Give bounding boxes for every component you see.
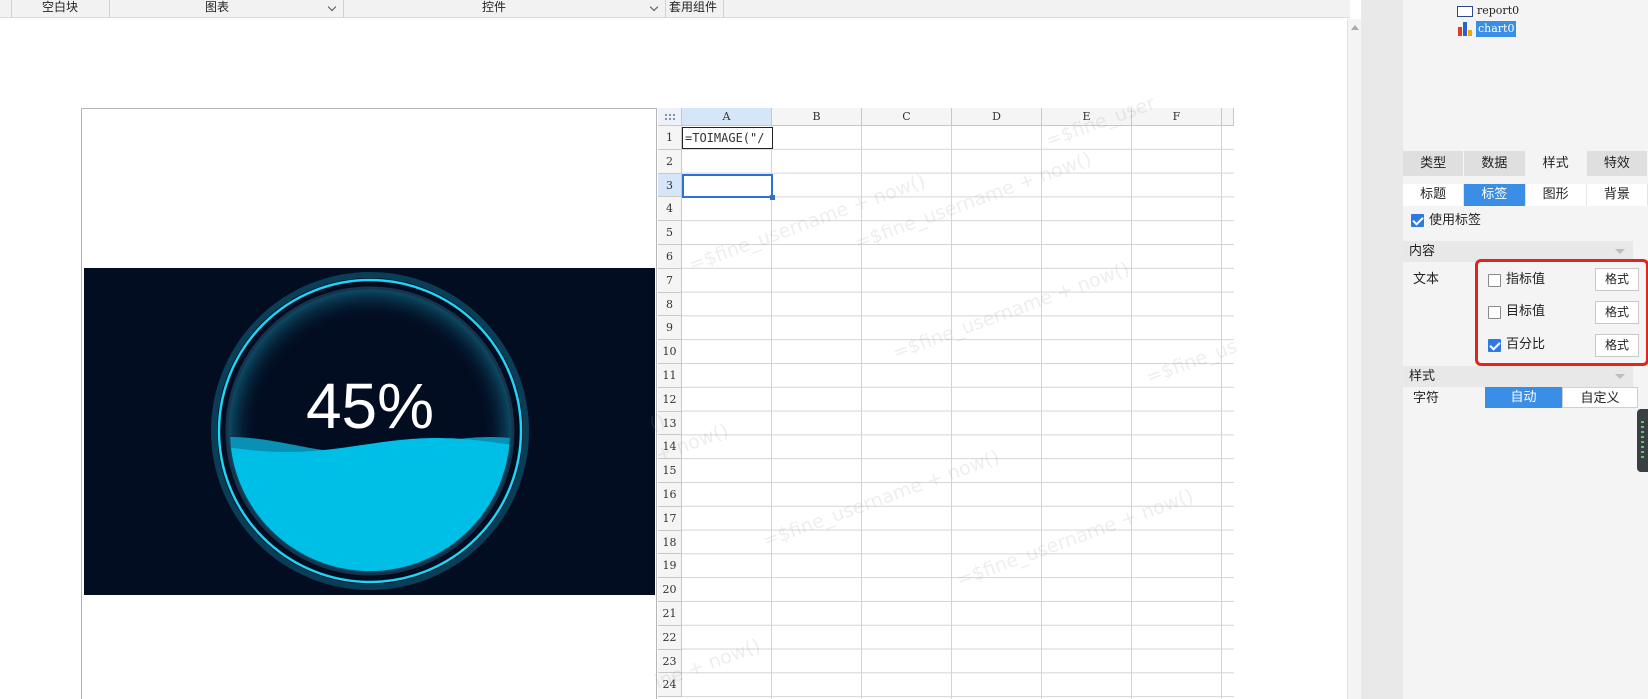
chevron-down-icon — [649, 2, 659, 12]
use-label-text: 使用标签 — [1429, 213, 1482, 228]
select-all-corner[interactable] — [658, 108, 682, 126]
row-header-15[interactable]: 15 — [658, 459, 682, 483]
tab-data[interactable]: 数据 — [1464, 151, 1526, 176]
tree-item-report0[interactable]: report0 — [1457, 3, 1519, 19]
cell-grid[interactable] — [682, 126, 1234, 699]
column-header-a[interactable]: A — [682, 108, 772, 126]
chevron-down-icon — [327, 2, 337, 12]
use-label-checkbox[interactable] — [1411, 214, 1424, 227]
subtab-label[interactable]: 标签 — [1464, 184, 1526, 206]
column-header-overflow[interactable] — [1222, 108, 1234, 126]
row-header-9[interactable]: 9 — [658, 316, 682, 341]
column-header-d[interactable]: D — [952, 108, 1042, 126]
side-dock-handle[interactable] — [1637, 409, 1648, 472]
char-auto-option[interactable]: 自动 — [1485, 387, 1562, 408]
gauge-liquid-front-wave — [230, 438, 510, 571]
tree-item-label: report0 — [1477, 4, 1520, 17]
row-header-21[interactable]: 21 — [658, 602, 682, 626]
panel-gutter — [1361, 0, 1403, 699]
row-header-7[interactable]: 7 — [658, 268, 682, 293]
toolbar-apply-component[interactable]: 套用组件 — [666, 0, 724, 18]
cell-sheet[interactable]: ABCDEF 1 2 3 4 5 6 7 8 9 10 11 12 13 14 15 16 17 18 19 20 21… — [647, 92, 1240, 699]
grid-dots-icon — [664, 113, 676, 121]
tree-item-chart0[interactable]: chart0 — [1457, 21, 1517, 37]
row-header-24[interactable]: 24 — [658, 673, 682, 698]
content-section-title: 内容 — [1409, 244, 1436, 259]
row-header-20[interactable]: 20 — [658, 578, 682, 602]
row-header-5[interactable]: 5 — [658, 221, 682, 245]
row-header-16[interactable]: 16 — [658, 483, 682, 507]
column-header-e[interactable]: E — [1042, 108, 1132, 126]
toolbar-apply-component-label: 套用组件 — [669, 0, 718, 14]
liquid-gauge-chart[interactable]: 45% — [84, 268, 655, 595]
row-header-12[interactable]: 12 — [658, 387, 682, 412]
row-header-6[interactable]: 6 — [658, 245, 682, 269]
scroll-up-arrow-icon[interactable] — [1351, 25, 1359, 30]
report-icon — [1457, 5, 1473, 17]
row-header-11[interactable]: 11 — [658, 364, 682, 388]
subtab-title[interactable]: 标题 — [1403, 184, 1465, 206]
column-header-b[interactable]: B — [772, 108, 862, 126]
collapse-arrow-icon — [1615, 249, 1625, 254]
cell-a1[interactable]: =TOIMAGE("/ — [682, 127, 773, 149]
vertical-scrollbar[interactable] — [1347, 19, 1361, 699]
column-header-c[interactable]: C — [862, 108, 952, 126]
gauge-percent-text: 45% — [306, 370, 434, 442]
chart-block[interactable]: 45% — [81, 108, 657, 699]
row-header-2[interactable]: 2 — [658, 149, 682, 174]
subtab-background[interactable]: 背景 — [1586, 184, 1648, 206]
style-section-header[interactable]: 样式 — [1403, 366, 1633, 387]
tree-item-label: chart0 — [1476, 21, 1517, 37]
fill-handle[interactable] — [770, 195, 775, 200]
toolbar-chart-label: 图表 — [205, 0, 230, 14]
highlight-annotation-box — [1475, 259, 1648, 366]
subtab-shape[interactable]: 图形 — [1525, 184, 1587, 206]
row-header-14[interactable]: 14 — [658, 435, 682, 460]
row-header-22[interactable]: 22 — [658, 625, 682, 650]
style-section-title: 样式 — [1409, 369, 1436, 384]
row-header-17[interactable]: 17 — [658, 506, 682, 531]
tab-effects[interactable]: 特效 — [1586, 151, 1648, 176]
toolbar-left-edge — [0, 0, 12, 18]
insert-toolbar: 空白块 图表 控件 套用组件 — [0, 0, 1350, 18]
row-header-3[interactable]: 3 — [658, 173, 682, 198]
char-row-label: 字符 — [1413, 391, 1440, 406]
tab-style[interactable]: 样式 — [1525, 151, 1587, 176]
liquid-gauge-svg: 45% — [211, 272, 529, 590]
char-custom-option[interactable]: 自定义 — [1562, 387, 1638, 408]
toolbar-blank-block-label: 空白块 — [42, 0, 79, 14]
property-tabs: 类型 数据 样式 特效 — [1403, 151, 1648, 176]
text-row-label: 文本 — [1413, 272, 1440, 287]
toolbar-blank-block[interactable]: 空白块 — [12, 0, 110, 18]
row-header-19[interactable]: 19 — [658, 554, 682, 579]
row-header-18[interactable]: 18 — [658, 530, 682, 555]
style-subtabs: 标题 标签 图形 背景 — [1403, 184, 1648, 206]
toolbar-chart-dropdown[interactable]: 图表 — [110, 0, 344, 18]
chart-icon — [1457, 22, 1473, 36]
row-header-1[interactable]: 1 — [658, 126, 682, 150]
tab-type[interactable]: 类型 — [1403, 151, 1465, 176]
column-header-f[interactable]: F — [1132, 108, 1222, 126]
collapse-arrow-icon — [1615, 374, 1625, 379]
row-header-8[interactable]: 8 — [658, 292, 682, 317]
toolbar-widget-dropdown[interactable]: 控件 — [344, 0, 666, 18]
row-header-10[interactable]: 10 — [658, 340, 682, 364]
row-header-4[interactable]: 4 — [658, 197, 682, 222]
selected-cell-a3[interactable] — [682, 174, 775, 200]
toolbar-widget-label: 控件 — [482, 0, 507, 14]
property-panel: report0 chart0 类型 数据 样式 特效 标题 标签 图形 背景 使… — [1403, 0, 1648, 699]
row-header-13[interactable]: 13 — [658, 411, 682, 436]
row-header-23[interactable]: 23 — [658, 649, 682, 674]
